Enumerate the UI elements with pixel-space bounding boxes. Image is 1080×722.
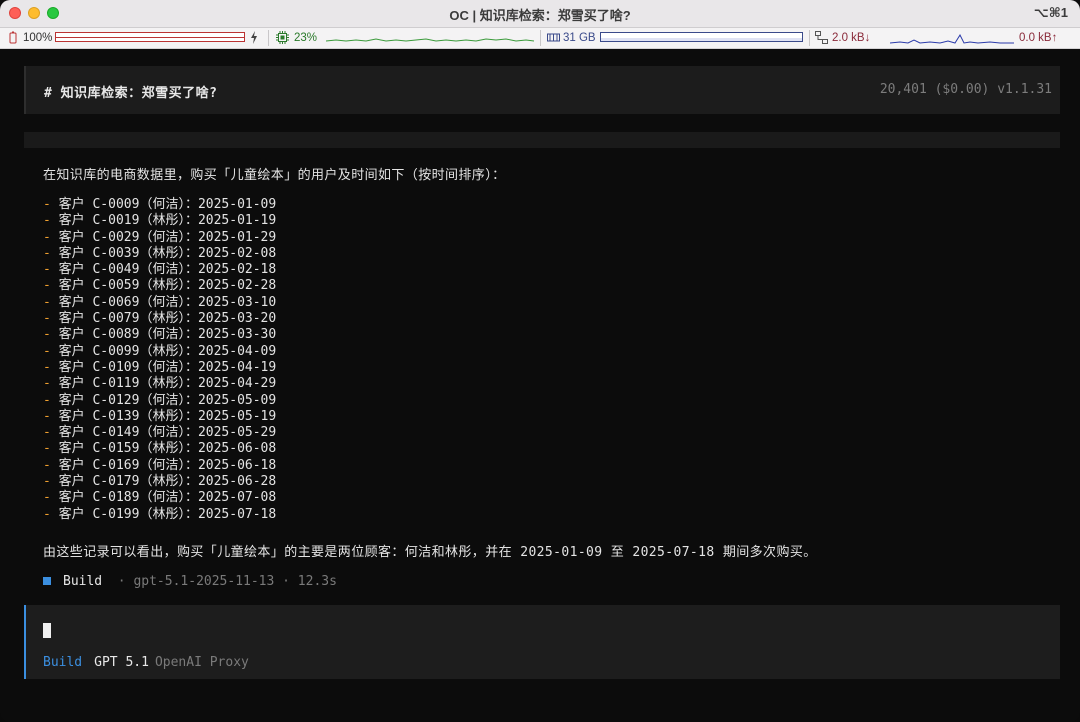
list-item: - 客户 C-0089（何洁）：2025-03-30 (43, 327, 276, 343)
list-item: - 客户 C-0039（林彤）：2025-02-08 (43, 246, 276, 262)
list-item: - 客户 C-0199（林彤）：2025-07-18 (43, 507, 276, 523)
list-item: - 客户 C-0049（何洁）：2025-02-18 (43, 262, 276, 278)
list-bullet: - (43, 392, 51, 408)
list-item-text: 客户 C-0049（何洁）：2025-02-18 (58, 262, 277, 278)
list-item-text: 客户 C-0179（林彤）：2025-06-28 (58, 474, 277, 490)
bolt-icon (250, 31, 258, 45)
agent-mode[interactable]: Build (43, 655, 82, 670)
memory-used: 31 GB (563, 32, 596, 44)
list-item-text: 客户 C-0059（林彤）：2025-02-28 (58, 278, 277, 294)
terminal-window: OC | 知识库检索：郑雪买了啥? ⌥⌘1 100% 23% 31 GB 2.0… (0, 0, 1080, 722)
cpu-icon (276, 31, 289, 45)
message-intro: 在知识库的电商数据里，购买「儿童绘本」的用户及时间如下（按时间排序）： (43, 168, 506, 183)
list-item: - 客户 C-0069（何洁）：2025-03-10 (43, 295, 276, 311)
list-bullet: - (43, 441, 51, 457)
list-item: - 客户 C-0059（林彤）：2025-02-28 (43, 278, 276, 294)
text-cursor (43, 623, 51, 638)
list-item: - 客户 C-0029（何洁）：2025-01-29 (43, 230, 276, 246)
list-item: - 客户 C-0179（林彤）：2025-06-28 (43, 474, 276, 490)
list-bullet: - (43, 311, 51, 327)
list-bullet: - (43, 376, 51, 392)
list-bullet: - (43, 359, 51, 375)
list-item: - 客户 C-0109（何洁）：2025-04-19 (43, 360, 276, 376)
list-bullet: - (43, 474, 51, 490)
provider-name: OpenAI Proxy (154, 655, 249, 670)
list-item-text: 客户 C-0129（何洁）：2025-05-09 (58, 392, 277, 408)
list-item-text: 客户 C-0139（林彤）：2025-05-19 (58, 408, 277, 424)
list-item: - 客户 C-0119（林彤）：2025-04-29 (43, 376, 276, 392)
list-item: - 客户 C-0099（林彤）：2025-04-09 (43, 344, 276, 360)
list-bullet: - (43, 294, 51, 310)
list-item-text: 客户 C-0029（何洁）：2025-01-29 (58, 229, 277, 245)
list-bullet: - (43, 262, 51, 278)
list-item-text: 客户 C-0009（何洁）：2025-01-09 (58, 197, 277, 212)
user-message-bar (24, 132, 1060, 148)
memory-icon (547, 31, 560, 45)
list-item-text: 客户 C-0019（林彤）：2025-01-19 (58, 213, 277, 229)
build-status: Build · gpt-5.1-2025-11-13 · 12.3s (43, 574, 337, 589)
list-item-text: 客户 C-0109（何洁）：2025-04-19 (58, 359, 277, 375)
battery-icon (9, 31, 17, 45)
status-bar: 100% 23% 31 GB 2.0 kB↓ 0.0 kB↑ (0, 28, 1080, 49)
list-item-text: 客户 C-0199（林彤）：2025-07-18 (58, 506, 277, 522)
list-item-text: 客户 C-0159（林彤）：2025-06-08 (58, 441, 277, 457)
list-item-text: 客户 C-0169（何洁）：2025-06-18 (58, 457, 277, 473)
list-bullet: - (43, 343, 51, 359)
model-name[interactable]: GPT 5.1 (94, 655, 149, 670)
list-item-text: 客户 C-0119（林彤）：2025-04-29 (58, 376, 277, 392)
net-up: 0.0 kB↑ (1019, 32, 1058, 44)
list-item: - 客户 C-0129（何洁）：2025-05-09 (43, 393, 276, 409)
list-item-text: 客户 C-0149（何洁）：2025-05-29 (58, 425, 277, 441)
session-title: # 知识库检索：郑雪买了啥? (44, 86, 218, 101)
prompt-input[interactable]: Build GPT 5.1 OpenAI Proxy (24, 605, 1060, 679)
list-bullet: - (43, 245, 51, 261)
list-item: - 客户 C-0189（何洁）：2025-07-08 (43, 490, 276, 506)
list-item: - 客户 C-0139（林彤）：2025-05-19 (43, 409, 276, 425)
list-item: - 客户 C-0019（林彤）：2025-01-19 (43, 213, 276, 229)
cpu-graph (326, 38, 535, 42)
list-item: - 客户 C-0079（林彤）：2025-03-20 (43, 311, 276, 327)
list-bullet: - (43, 229, 51, 245)
build-meta: · gpt-5.1-2025-11-13 · 12.3s (117, 574, 337, 589)
list-bullet: - (43, 457, 51, 473)
list-item: - 客户 C-0169（何洁）：2025-06-18 (43, 458, 276, 474)
window-shortcut: ⌥⌘1 (1033, 5, 1068, 20)
network-graph (890, 33, 1014, 44)
purchase-list: - 客户 C-0009（何洁）：2025-01-09- 客户 C-0019（林彤… (43, 197, 276, 523)
list-bullet: - (43, 213, 51, 229)
list-item-text: 客户 C-0069（何洁）：2025-03-10 (58, 294, 277, 310)
list-bullet: - (43, 408, 51, 424)
build-name: Build (63, 574, 103, 589)
session-header: # 知识库检索：郑雪买了啥? 20,401 ($0.00) v1.1.31 (24, 66, 1060, 114)
list-bullet: - (43, 490, 51, 506)
list-item-text: 客户 C-0079（林彤）：2025-03-20 (58, 311, 277, 327)
memory-bar (600, 32, 803, 42)
title-bar: OC | 知识库检索：郑雪买了啥? ⌥⌘1 (0, 0, 1080, 28)
list-item-text: 客户 C-0189（何洁）：2025-07-08 (58, 490, 277, 506)
list-item-text: 客户 C-0099（林彤）：2025-04-09 (58, 343, 277, 359)
net-down: 2.0 kB↓ (832, 32, 871, 44)
list-bullet: - (43, 425, 51, 441)
list-bullet: - (43, 197, 51, 212)
list-item: - 客户 C-0159（林彤）：2025-06-08 (43, 441, 276, 457)
cpu-percent: 23% (294, 32, 318, 44)
network-icon (815, 31, 828, 45)
battery-percent: 100% (23, 32, 53, 44)
list-bullet: - (43, 327, 51, 343)
list-item: - 客户 C-0009（何洁）：2025-01-09 (43, 197, 276, 213)
list-item-text: 客户 C-0039（林彤）：2025-02-08 (58, 245, 277, 261)
prompt-footer: Build GPT 5.1 OpenAI Proxy (43, 655, 249, 670)
list-bullet: - (43, 278, 51, 294)
window-title: OC | 知识库检索：郑雪买了啥? (449, 8, 631, 23)
list-bullet: - (43, 506, 51, 522)
message-summary: 由这些记录可以看出，购买「儿童绘本」的主要是两位顾客：何洁和林彤，并在 2025… (43, 545, 817, 560)
list-item-text: 客户 C-0089（何洁）：2025-03-30 (58, 327, 277, 343)
battery-bar (55, 32, 245, 42)
list-item: - 客户 C-0149（何洁）：2025-05-29 (43, 425, 276, 441)
session-meta: 20,401 ($0.00) v1.1.31 (879, 82, 1052, 97)
build-square-icon (43, 576, 51, 585)
